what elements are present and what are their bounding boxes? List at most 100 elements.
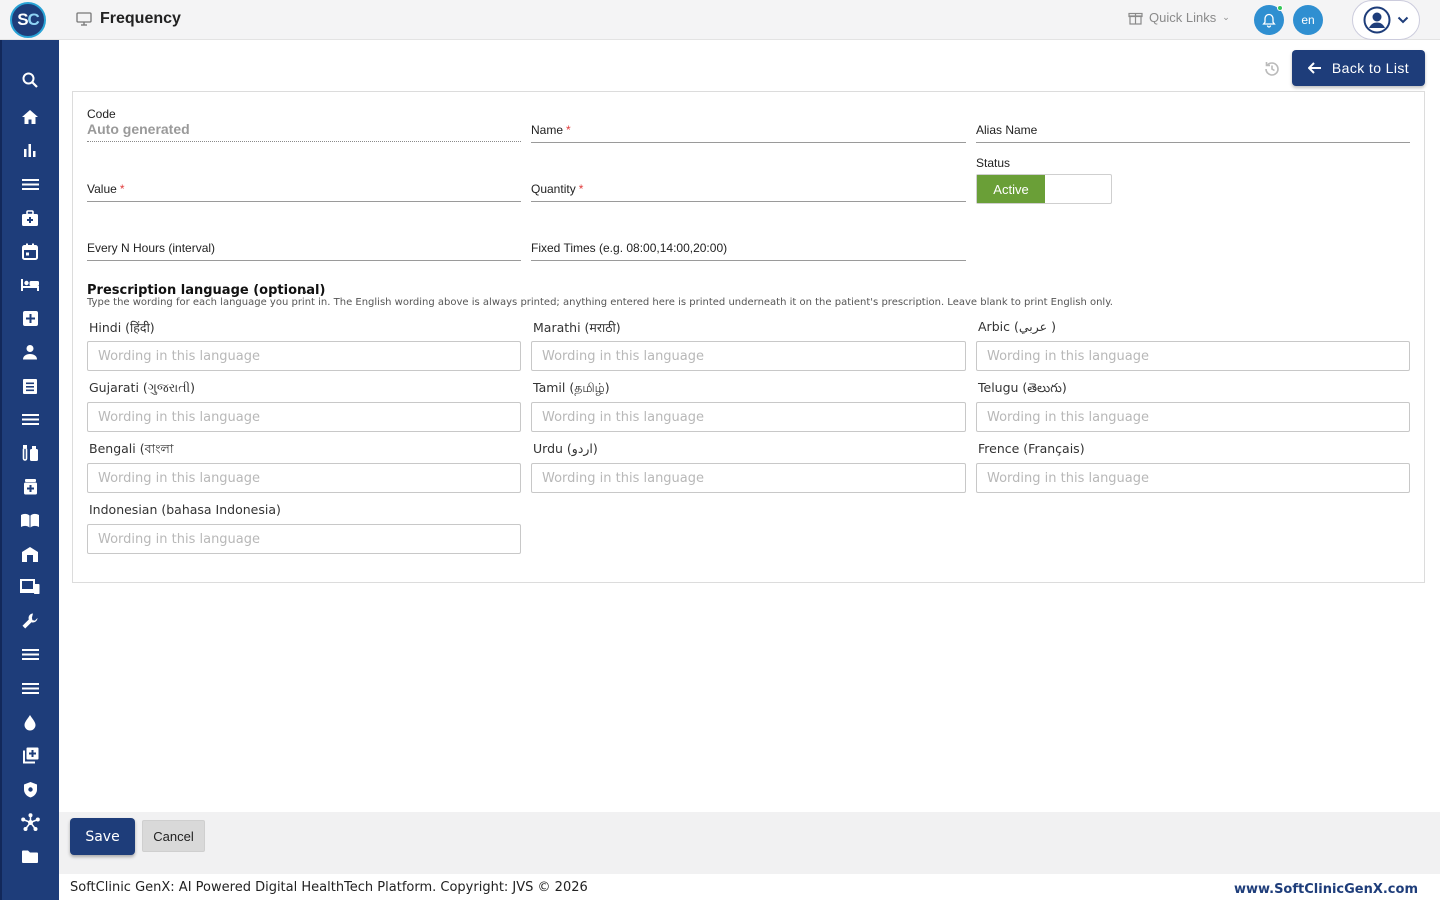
wrench-icon[interactable] (18, 609, 42, 633)
logo-letter-c: C (27, 10, 40, 29)
lang-label-gujarati: Gujarati (ગુજરાતી) (89, 380, 195, 395)
list-icon[interactable] (18, 407, 42, 431)
hospital-plus-icon[interactable] (18, 306, 42, 330)
home-icon[interactable] (18, 105, 42, 129)
status-label: Status (976, 156, 1011, 170)
bar-chart-icon[interactable] (18, 138, 42, 162)
interval-underline (87, 260, 521, 261)
devices-icon[interactable] (18, 575, 42, 599)
bell-icon (1262, 13, 1276, 28)
chevron-down-icon: ⌄ (1222, 12, 1230, 22)
alias-name-label: Alias Name (976, 123, 1038, 137)
lang-input-urdu[interactable] (531, 463, 966, 493)
copyright-text: SoftClinic GenX: AI Powered Digital Heal… (70, 880, 588, 895)
add-library-icon[interactable] (18, 743, 42, 767)
quick-links-menu[interactable]: Quick Links ⌄ (1128, 10, 1230, 25)
name-label: Name * (531, 123, 571, 137)
fixed-times-label: Fixed Times (e.g. 08:00,14:00,20:00) (531, 241, 728, 255)
back-to-list-label: Back to List (1331, 60, 1410, 76)
lang-input-indonesian[interactable] (87, 524, 521, 554)
lang-label-french: Frence (Français) (978, 441, 1085, 456)
folder-icon[interactable] (18, 844, 42, 868)
user-avatar-icon (1363, 6, 1391, 34)
alias-name-underline (976, 142, 1410, 143)
value-label-text: Value (87, 182, 117, 196)
required-marker: * (578, 182, 584, 196)
top-bar: SC Frequency Quick Links ⌄ en (0, 0, 1440, 40)
fixed-times-underline (531, 260, 966, 261)
code-label: Code (87, 107, 116, 121)
status-toggle[interactable]: Active (976, 174, 1112, 204)
notifications-button[interactable] (1254, 5, 1284, 35)
interval-label: Every N Hours (interval) (87, 241, 216, 255)
name-underline (531, 142, 966, 143)
monitor-icon (76, 12, 92, 26)
user-menu-button[interactable] (1352, 0, 1420, 40)
search-icon[interactable] (18, 68, 42, 92)
book-icon[interactable] (18, 508, 42, 532)
lang-label-indonesian: Indonesian (bahasa Indonesia) (89, 502, 281, 517)
lab-icon[interactable] (18, 441, 42, 465)
status-active-option[interactable]: Active (977, 175, 1045, 203)
bed-icon[interactable] (18, 273, 42, 297)
menu-icon[interactable] (18, 172, 42, 196)
notification-dot (1277, 5, 1283, 11)
lang-label-telugu: Telugu (తెలుగు) (978, 380, 1067, 395)
store-icon[interactable] (18, 542, 42, 566)
website-link[interactable]: www.SoftClinicGenX.com (1234, 882, 1418, 897)
person-icon[interactable] (18, 340, 42, 364)
status-inactive-option[interactable] (1045, 175, 1111, 203)
language-button[interactable]: en (1293, 5, 1323, 35)
lang-label-bengali: Bengali (বাংলা (89, 441, 174, 456)
code-value: Auto generated (87, 121, 190, 137)
page-title: Frequency (100, 10, 181, 27)
prescription-language-help: Type the wording for each language you p… (87, 297, 1113, 308)
prescription-language-title[interactable]: Prescription language (optional) (87, 283, 325, 298)
network-icon[interactable] (18, 810, 42, 834)
lang-label-hindi: Hindi (हिंदी) (89, 320, 155, 335)
lang-label-tamil: Tamil (தமிழ்) (533, 380, 610, 395)
lang-input-marathi[interactable] (531, 341, 966, 371)
quick-links-label: Quick Links (1149, 10, 1217, 25)
chevron-down-icon (1397, 16, 1409, 24)
drop-icon[interactable] (18, 710, 42, 734)
lines-icon[interactable] (18, 642, 42, 666)
calendar-icon[interactable] (18, 239, 42, 263)
back-to-list-button[interactable]: Back to List (1292, 50, 1425, 86)
lang-label-arabic: Arbic (عربي ) (978, 319, 1056, 334)
app-logo[interactable]: SC (10, 2, 46, 38)
code-underline (87, 141, 521, 142)
name-label-text: Name (531, 123, 564, 137)
lang-input-hindi[interactable] (87, 341, 521, 371)
receipt-icon[interactable] (18, 374, 42, 398)
arrow-left-icon (1307, 62, 1321, 74)
lines-alt-icon[interactable] (18, 676, 42, 700)
lang-label-marathi: Marathi (मराठी) (533, 320, 621, 335)
save-button[interactable]: Save (70, 818, 135, 855)
page-title-group: Frequency (76, 10, 181, 28)
quantity-label: Quantity * (531, 182, 583, 196)
gift-icon (1128, 12, 1143, 25)
value-label: Value * (87, 182, 124, 196)
logo-letter-s: S (17, 10, 28, 29)
quantity-label-text: Quantity (531, 182, 576, 196)
lang-input-arabic[interactable] (976, 341, 1410, 371)
lang-input-french[interactable] (976, 463, 1410, 493)
history-icon[interactable] (1262, 59, 1282, 79)
quantity-underline (531, 201, 966, 202)
value-underline (87, 201, 521, 202)
lang-input-telugu[interactable] (976, 402, 1410, 432)
medicine-icon[interactable] (18, 474, 42, 498)
cancel-button[interactable]: Cancel (142, 820, 205, 852)
lang-label-urdu: Urdu (اردو) (533, 441, 598, 456)
required-marker: * (566, 123, 571, 137)
collapse-caret-icon[interactable]: ▲ (301, 288, 308, 295)
lang-input-gujarati[interactable] (87, 402, 521, 432)
required-marker: * (119, 182, 125, 196)
medical-bag-icon[interactable] (18, 206, 42, 230)
lang-input-tamil[interactable] (531, 402, 966, 432)
lang-input-bengali[interactable] (87, 463, 521, 493)
sidebar (0, 40, 59, 900)
form-actions-bar (59, 812, 1440, 874)
shield-icon[interactable] (18, 777, 42, 801)
